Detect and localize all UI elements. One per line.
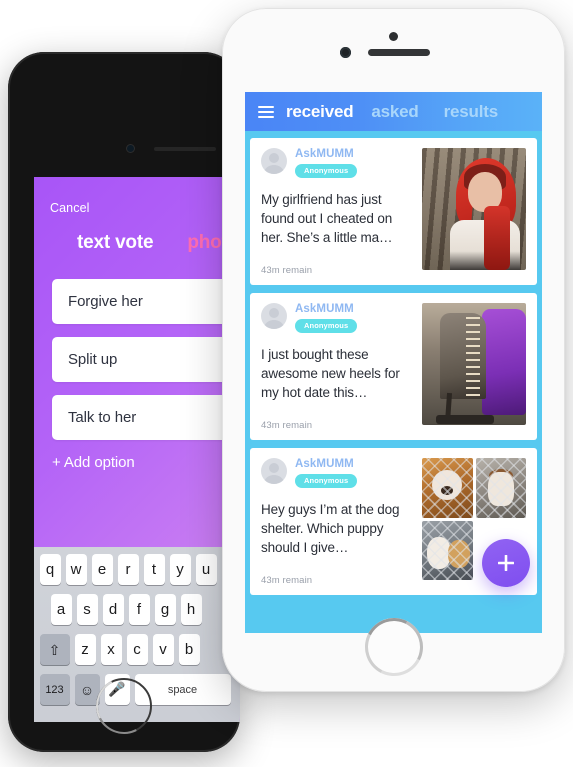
puppy-photo-3[interactable] bbox=[422, 520, 473, 580]
plus-icon bbox=[498, 555, 514, 571]
photo-forest-woman-image[interactable] bbox=[422, 148, 526, 270]
white-phone-screen: received asked results AskMUMM Anonymous… bbox=[245, 92, 542, 633]
key-q[interactable]: q bbox=[39, 554, 61, 585]
username: AskMUMM bbox=[295, 148, 354, 160]
tab-text-vote[interactable]: text vote bbox=[77, 232, 154, 254]
card-media[interactable] bbox=[422, 148, 526, 276]
key-u[interactable]: u bbox=[195, 554, 217, 585]
front-camera-icon bbox=[340, 47, 351, 58]
compose-tabs: text vote photo bbox=[34, 232, 240, 254]
tab-received[interactable]: received bbox=[286, 102, 354, 122]
card-user-row: AskMUMM Anonymous bbox=[261, 148, 414, 178]
key-c[interactable]: c bbox=[126, 634, 148, 665]
white-phone-device: received asked results AskMUMM Anonymous… bbox=[222, 8, 565, 692]
shift-key[interactable]: ⇧ bbox=[39, 634, 70, 665]
photo-heels-image[interactable] bbox=[422, 303, 526, 425]
key-v[interactable]: v bbox=[152, 634, 174, 665]
time-remaining: 43m remain bbox=[261, 575, 313, 586]
card-user-row: AskMUMM Anonymous bbox=[261, 303, 414, 333]
question-text: My girlfriend has just found out I cheat… bbox=[261, 192, 393, 246]
key-x[interactable]: x bbox=[100, 634, 122, 665]
question-feed[interactable]: AskMUMM Anonymous My girlfriend has just… bbox=[245, 131, 542, 633]
card-content: AskMUMM Anonymous I just bought these aw… bbox=[261, 303, 422, 431]
earpiece-speaker bbox=[368, 49, 430, 56]
table-row[interactable]: AskMUMM Anonymous I just bought these aw… bbox=[250, 293, 537, 440]
keyboard-row-2: a s d f g h bbox=[34, 594, 240, 625]
add-question-button[interactable] bbox=[482, 539, 530, 587]
puppy-photo-2[interactable] bbox=[475, 458, 526, 518]
vote-option-value-1: Forgive her bbox=[68, 293, 143, 310]
time-remaining: 43m remain bbox=[261, 265, 313, 276]
card-content: AskMUMM Anonymous Hey guys I’m at the do… bbox=[261, 458, 422, 586]
app-header: received asked results bbox=[245, 92, 542, 131]
vote-option-value-2: Split up bbox=[68, 351, 118, 368]
black-phone-screen: Cancel text vote photo Forgive her Split… bbox=[34, 177, 240, 722]
avatar bbox=[261, 148, 287, 174]
vote-option-field-2[interactable]: Split up bbox=[52, 337, 240, 382]
vote-options-list: Forgive her Split up Talk to her bbox=[52, 279, 240, 453]
key-w[interactable]: w bbox=[65, 554, 87, 585]
key-s[interactable]: s bbox=[76, 594, 98, 625]
key-y[interactable]: y bbox=[169, 554, 191, 585]
keyboard-row-3: ⇧ z x c v b bbox=[34, 634, 240, 665]
vote-option-value-3: Talk to her bbox=[68, 409, 137, 426]
key-e[interactable]: e bbox=[91, 554, 113, 585]
key-a[interactable]: a bbox=[50, 594, 72, 625]
key-r[interactable]: r bbox=[117, 554, 139, 585]
earpiece-speaker bbox=[154, 147, 216, 151]
key-g[interactable]: g bbox=[154, 594, 176, 625]
puppy-photo-1[interactable] bbox=[422, 458, 473, 518]
username: AskMUMM bbox=[295, 303, 354, 315]
user-meta: AskMUMM Anonymous bbox=[295, 148, 358, 178]
numbers-key[interactable]: 123 bbox=[39, 674, 70, 705]
tab-asked[interactable]: asked bbox=[371, 102, 418, 122]
key-b[interactable]: b bbox=[178, 634, 200, 665]
key-h[interactable]: h bbox=[180, 594, 202, 625]
black-phone-device: Cancel text vote photo Forgive her Split… bbox=[8, 52, 240, 752]
shift-icon: ⇧ bbox=[48, 641, 61, 658]
white-phone-home-button[interactable] bbox=[364, 618, 423, 676]
card-media[interactable] bbox=[422, 303, 526, 431]
username: AskMUMM bbox=[295, 458, 354, 470]
question-text: Hey guys I’m at the dog shelter. Which p… bbox=[261, 502, 400, 556]
key-d[interactable]: d bbox=[102, 594, 124, 625]
tab-results[interactable]: results bbox=[444, 102, 499, 122]
card-user-row: AskMUMM Anonymous bbox=[261, 458, 414, 488]
table-row[interactable]: AskMUMM Anonymous My girlfriend has just… bbox=[250, 138, 537, 285]
time-remaining: 43m remain bbox=[261, 420, 313, 431]
user-meta: AskMUMM Anonymous bbox=[295, 458, 358, 488]
keyboard-row-1: q w e r t y u bbox=[34, 554, 240, 585]
cancel-button[interactable]: Cancel bbox=[50, 201, 90, 215]
front-camera-icon bbox=[127, 145, 134, 152]
key-z[interactable]: z bbox=[74, 634, 96, 665]
key-t[interactable]: t bbox=[143, 554, 165, 585]
hamburger-icon[interactable] bbox=[258, 105, 274, 118]
card-content: AskMUMM Anonymous My girlfriend has just… bbox=[261, 148, 422, 276]
status-badge: Anonymous bbox=[295, 163, 358, 178]
vote-option-field-1[interactable]: Forgive her bbox=[52, 279, 240, 324]
user-meta: AskMUMM Anonymous bbox=[295, 303, 358, 333]
key-f[interactable]: f bbox=[128, 594, 150, 625]
compose-vote-screen: Cancel text vote photo Forgive her Split… bbox=[34, 177, 240, 722]
add-option-button[interactable]: + Add option bbox=[52, 454, 135, 471]
status-badge: Anonymous bbox=[295, 473, 358, 488]
avatar bbox=[261, 303, 287, 329]
status-badge: Anonymous bbox=[295, 318, 358, 333]
question-text: I just bought these awesome new heels fo… bbox=[261, 347, 400, 401]
vote-option-field-3[interactable]: Talk to her bbox=[52, 395, 240, 440]
avatar bbox=[261, 458, 287, 484]
proximity-sensor-icon bbox=[388, 32, 398, 41]
black-phone-home-button[interactable] bbox=[96, 678, 152, 734]
